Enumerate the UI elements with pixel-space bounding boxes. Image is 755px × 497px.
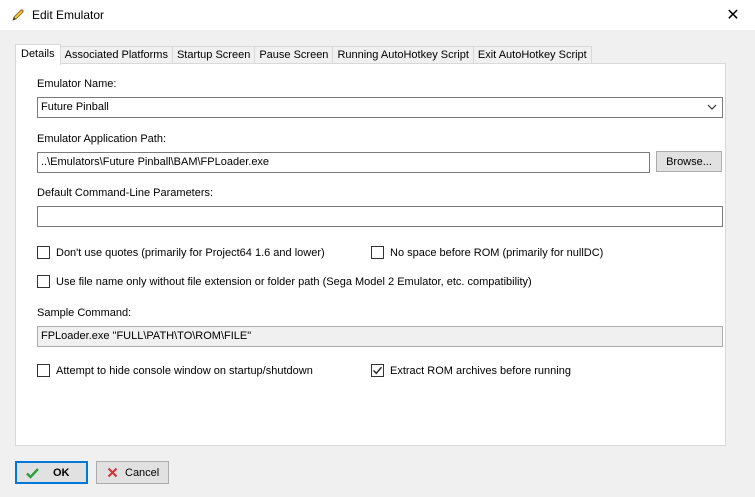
close-button[interactable]: ✕: [711, 0, 755, 30]
no-quotes-checkbox[interactable]: Don't use quotes (primarily for Project6…: [37, 246, 325, 259]
tab-details[interactable]: Details: [15, 44, 61, 65]
hide-console-checkbox-box[interactable]: [37, 364, 50, 377]
sample-command-field: FPLoader.exe "FULL\PATH\TO\ROM\FILE": [37, 326, 723, 347]
no-space-before-rom-checkbox[interactable]: No space before ROM (primarily for nullD…: [371, 246, 603, 259]
window-title: Edit Emulator: [32, 8, 105, 22]
checkmark-icon: [373, 366, 383, 375]
hide-console-label: Attempt to hide console window on startu…: [56, 364, 313, 377]
green-check-icon: [26, 467, 39, 479]
extract-rom-checkbox-box[interactable]: [371, 364, 384, 377]
command-line-params-input[interactable]: [37, 206, 723, 227]
extract-rom-checkbox[interactable]: Extract ROM archives before running: [371, 364, 571, 377]
tab-exit-autohotkey-script[interactable]: Exit AutoHotkey Script: [473, 46, 592, 64]
emulator-name-value: Future Pinball: [41, 101, 109, 113]
sample-command-label: Sample Command:: [37, 307, 132, 319]
tab-pause-screen[interactable]: Pause Screen: [255, 46, 334, 64]
tab-startup-screen[interactable]: Startup Screen: [172, 46, 256, 64]
filename-only-checkbox-box[interactable]: [37, 275, 50, 288]
title-bar: Edit Emulator ✕: [0, 0, 755, 30]
emulator-path-label: Emulator Application Path:: [37, 133, 167, 145]
close-icon: ✕: [726, 7, 740, 24]
ok-label: OK: [53, 466, 70, 479]
sample-command-value: FPLoader.exe "FULL\PATH\TO\ROM\FILE": [41, 330, 252, 342]
no-quotes-label: Don't use quotes (primarily for Project6…: [56, 246, 325, 259]
tab-running-autohotkey-script[interactable]: Running AutoHotkey Script: [333, 46, 474, 64]
filename-only-checkbox[interactable]: Use file name only without file extensio…: [37, 275, 532, 288]
emulator-path-input[interactable]: ..\Emulators\Future Pinball\BAM\FPLoader…: [37, 152, 650, 173]
hide-console-checkbox[interactable]: Attempt to hide console window on startu…: [37, 364, 313, 377]
emulator-path-value: ..\Emulators\Future Pinball\BAM\FPLoader…: [41, 156, 270, 168]
ok-button[interactable]: OK: [15, 461, 88, 484]
chevron-down-icon: [707, 104, 717, 110]
details-panel: Emulator Name: Future Pinball Emulator A…: [15, 63, 726, 446]
browse-button[interactable]: Browse...: [656, 151, 722, 172]
no-space-checkbox-box[interactable]: [371, 246, 384, 259]
red-x-icon: [107, 467, 118, 478]
cancel-label: Cancel: [125, 466, 160, 479]
emulator-name-label: Emulator Name:: [37, 78, 117, 90]
pencil-icon: [12, 9, 24, 21]
emulator-name-combo[interactable]: Future Pinball: [37, 97, 723, 118]
tab-associated-platforms[interactable]: Associated Platforms: [60, 46, 173, 64]
no-space-label: No space before ROM (primarily for nullD…: [390, 246, 604, 259]
no-quotes-checkbox-box[interactable]: [37, 246, 50, 259]
tab-strip: Details Associated Platforms Startup Scr…: [15, 44, 592, 65]
filename-only-label: Use file name only without file extensio…: [56, 275, 532, 288]
cancel-button[interactable]: Cancel: [96, 461, 169, 484]
extract-rom-label: Extract ROM archives before running: [390, 364, 571, 377]
command-line-params-label: Default Command-Line Parameters:: [37, 187, 214, 199]
